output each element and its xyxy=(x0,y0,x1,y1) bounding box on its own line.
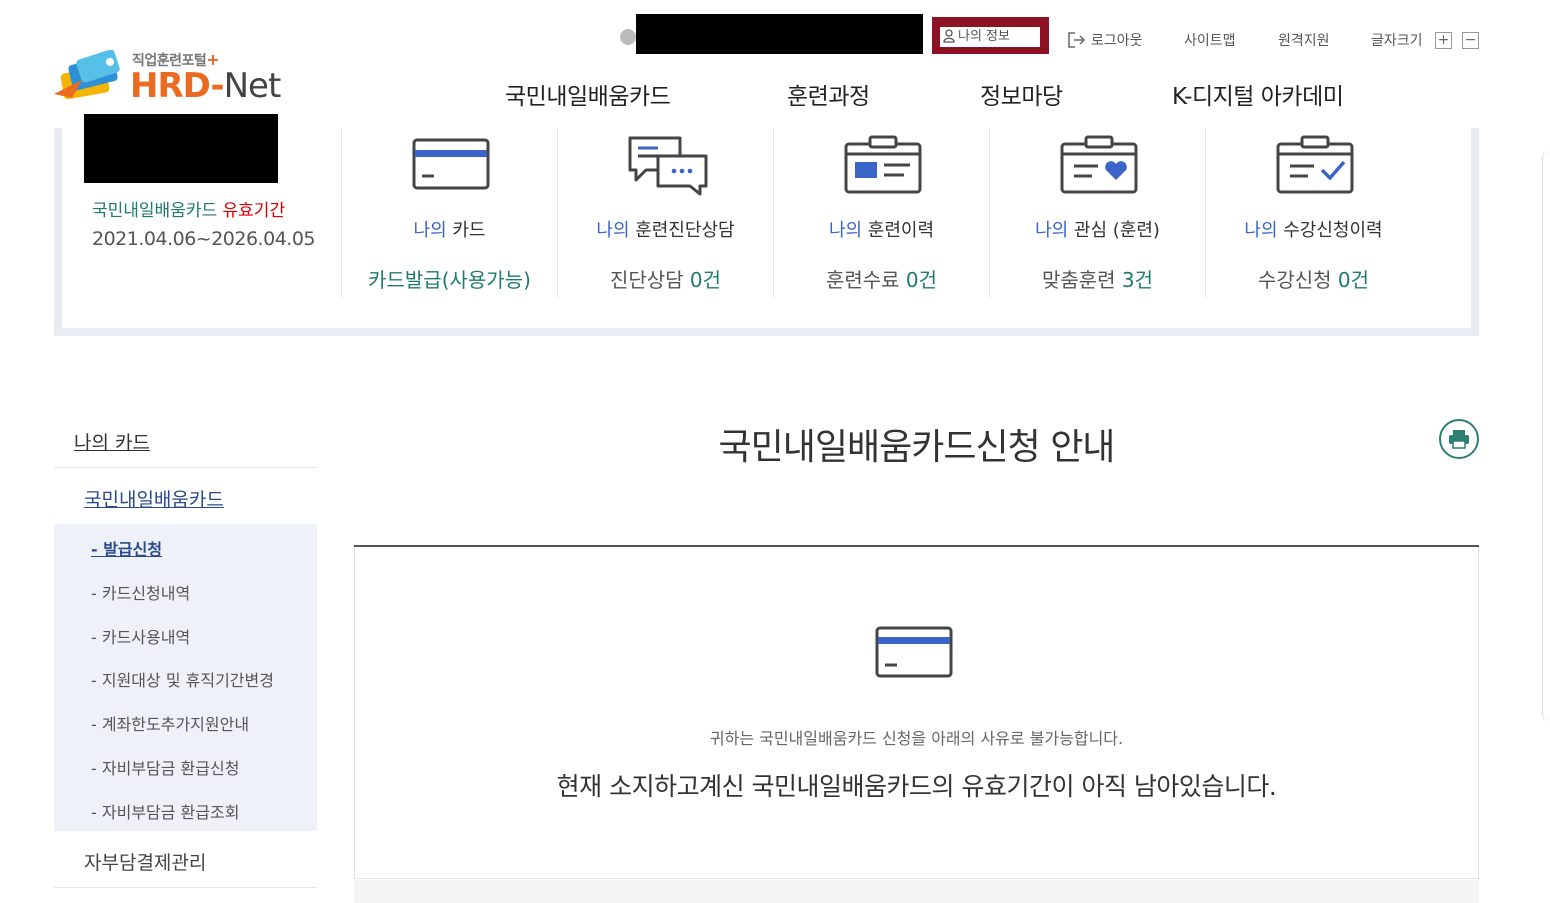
sidebar-item-tomorrow-learning-card[interactable]: 국민내일배움카드 xyxy=(84,485,224,512)
sidebar-item-refund-inquiry[interactable]: - 자비부담금 환급조회 xyxy=(91,799,239,823)
summary-my-training-history[interactable]: 나의 훈련이력 훈련수료 0건 xyxy=(773,128,989,298)
sidebar-item-card-usage[interactable]: - 카드사용내역 xyxy=(91,624,190,648)
redacted-user-info xyxy=(636,14,923,54)
summary-my-counseling[interactable]: 나의 훈련진단상담 진단상담 0건 xyxy=(557,128,773,298)
sidebar-item-self-payment[interactable]: 자부담결제관리 xyxy=(84,848,206,875)
sidebar-item-limit-support[interactable]: - 계좌한도추가지원안내 xyxy=(91,711,249,735)
card-validity-dates: 2021.04.06~2026.04.05 xyxy=(92,228,316,250)
my-info-button[interactable]: 나의 정보 xyxy=(932,17,1049,54)
font-decrease-button[interactable]: − xyxy=(1462,32,1479,49)
id-card-icon xyxy=(844,135,922,194)
gnb-tomorrow-learning-card[interactable]: 국민내일배움카드 xyxy=(505,77,671,111)
summary-title: 나의 카드 xyxy=(413,220,486,241)
card-validity-label: 국민내일배움카드 유효기간 xyxy=(92,201,286,221)
font-size-label: 글자크기 xyxy=(1371,33,1423,49)
sidebar-item-refund-request[interactable]: - 자비부담금 환급신청 xyxy=(91,755,239,779)
logout-link[interactable]: 로그아웃 xyxy=(1067,30,1143,50)
logout-icon xyxy=(1068,32,1086,48)
summary-my-application-history[interactable]: 나의 수강신청이력 수강신청 0건 xyxy=(1205,128,1421,298)
sidebar-item-card-applications[interactable]: - 카드신청내역 xyxy=(91,580,190,604)
summary-title: 나의 훈련이력 xyxy=(828,220,935,241)
credit-card-icon xyxy=(875,626,953,678)
sidebar-item-eligibility-change[interactable]: - 지원대상 및 휴직기간변경 xyxy=(91,667,274,691)
summary-value: 훈련수료 0건 xyxy=(825,268,938,292)
gnb-information[interactable]: 정보마당 xyxy=(980,77,1063,111)
summary-value: 카드발급(사용가능) xyxy=(368,268,531,292)
sidebar-item-apply[interactable]: - 발급신청 xyxy=(91,536,162,560)
divider xyxy=(54,467,317,468)
page-title: 국민내일배움카드신청 안내 xyxy=(718,427,1116,468)
chat-bubbles-icon xyxy=(628,136,708,196)
clock-icon xyxy=(620,29,636,45)
remote-support-link[interactable]: 원격지원 xyxy=(1278,30,1330,50)
notice-reason-intro: 귀하는 국민내일배움카드 신청을 아래의 사유로 불가능합니다. xyxy=(709,729,1124,748)
my-summary-panel: 국민내일배움카드 유효기간 2021.04.06~2026.04.05 나의 카… xyxy=(54,114,1479,336)
summary-value: 진단상담 0건 xyxy=(609,268,722,292)
summary-my-interests[interactable]: 나의 관심 (훈련) 맞춤훈련 3건 xyxy=(989,128,1205,298)
redacted-user-name xyxy=(84,114,278,183)
gnb-k-digital-academy[interactable]: K-디지털 아카데미 xyxy=(1172,77,1344,111)
content-footer xyxy=(354,880,1479,903)
summary-title: 나의 관심 (훈련) xyxy=(1035,220,1160,241)
sidebar-title[interactable]: 나의 카드 xyxy=(74,428,150,455)
check-folder-icon xyxy=(1276,135,1354,194)
user-icon xyxy=(943,29,955,43)
printer-icon xyxy=(1449,430,1469,449)
summary-title: 나의 수강신청이력 xyxy=(1244,220,1383,241)
logo-title: HRD-Net xyxy=(130,66,281,106)
gnb-training-courses[interactable]: 훈련과정 xyxy=(787,77,870,111)
heart-folder-icon xyxy=(1060,135,1138,194)
logo-mark-icon xyxy=(54,50,120,100)
font-increase-button[interactable]: + xyxy=(1435,32,1452,49)
notice-box: 귀하는 국민내일배움카드 신청을 아래의 사유로 불가능합니다. 현재 소지하고… xyxy=(354,547,1479,879)
summary-value: 수강신청 0건 xyxy=(1257,268,1370,292)
credit-card-icon xyxy=(412,138,490,190)
scrollbar[interactable] xyxy=(1542,150,1550,722)
my-info-label: 나의 정보 xyxy=(958,29,1010,44)
header: 직업훈련포털+ HRD-Net 나의 정보 로그아웃 사이트맵 원격지원 글자크… xyxy=(0,0,1550,128)
summary-value: 맞춤훈련 3건 xyxy=(1041,268,1154,292)
logout-label: 로그아웃 xyxy=(1091,33,1143,49)
hrd-net-logo[interactable]: 직업훈련포털+ HRD-Net xyxy=(52,48,302,108)
print-button[interactable] xyxy=(1439,419,1479,459)
summary-my-card[interactable]: 나의 카드 카드발급(사용가능) xyxy=(341,128,557,298)
sitemap-link[interactable]: 사이트맵 xyxy=(1184,30,1236,50)
sidebar-submenu: - 발급신청 - 카드신청내역 - 카드사용내역 - 지원대상 및 휴직기간변경… xyxy=(54,524,317,831)
divider xyxy=(54,887,317,888)
summary-title: 나의 훈련진단상담 xyxy=(596,220,735,241)
notice-reason: 현재 소지하고계신 국민내일배움카드의 유효기간이 아직 남아있습니다. xyxy=(556,772,1277,801)
